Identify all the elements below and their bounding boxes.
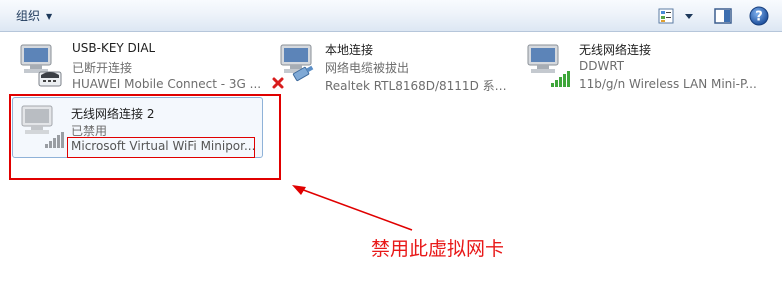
dialup-modem-icon: [20, 44, 62, 87]
connection-name: 无线网络连接: [579, 43, 652, 57]
annotation-device-highlight: [67, 137, 255, 158]
organize-button[interactable]: 组织 ▼: [10, 6, 58, 26]
chevron-down-icon: ▼: [46, 12, 53, 21]
change-view-button[interactable]: [655, 5, 699, 27]
connection-item-wireless[interactable]: 无线网络连接 DDWRT 11b/g/n Wireless LAN Mini-P…: [517, 38, 779, 96]
annotation-text: 禁用此虚拟网卡: [371, 238, 505, 260]
preview-pane-icon: [714, 8, 732, 24]
connection-status: 已断开连接: [72, 61, 133, 75]
organize-label: 组织: [16, 9, 41, 23]
connection-device: HUAWEI Mobile Connect - 3G ...: [72, 77, 262, 91]
change-view-icon: [658, 8, 693, 24]
connection-status: DDWRT: [579, 59, 625, 73]
connection-device: Realtek RTL8168D/8111D 系列...: [325, 79, 515, 93]
help-button[interactable]: ?: [748, 5, 770, 27]
connection-status: 网络电缆被拔出: [325, 61, 410, 75]
help-icon: ?: [749, 6, 769, 26]
svg-text:?: ?: [755, 10, 763, 25]
wireless-signal-icon: [527, 44, 570, 87]
connection-item-local[interactable]: 本地连接 网络电缆被拔出 Realtek RTL8168D/8111D 系列..…: [263, 38, 515, 96]
annotation-arrow-icon: [292, 185, 413, 231]
connection-name: 本地连接: [325, 43, 374, 57]
command-bar: 组织 ▼ ?: [0, 0, 782, 32]
connection-device: 11b/g/n Wireless LAN Mini-P...: [579, 77, 757, 91]
connection-item-usb-key-dial[interactable]: USB-KEY DIAL 已断开连接 HUAWEI Mobile Connect…: [10, 38, 262, 96]
preview-pane-button[interactable]: [712, 5, 734, 27]
ethernet-unplugged-icon: [272, 44, 314, 89]
connection-name: USB-KEY DIAL: [72, 41, 156, 55]
